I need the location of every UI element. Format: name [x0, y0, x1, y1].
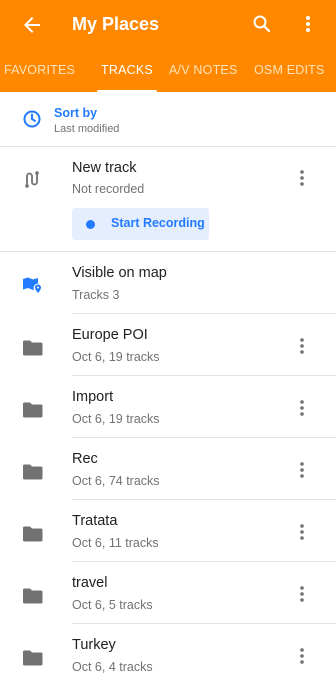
- page-title: My Places: [72, 14, 160, 34]
- visible-on-map-subtitle: Tracks 3: [72, 288, 120, 302]
- folder-icon: [23, 650, 43, 666]
- visible-on-map-title: Visible on map: [72, 265, 167, 281]
- folder-name: Tratata: [72, 513, 118, 529]
- folder-icon: [23, 526, 43, 542]
- folder-item[interactable]: Turkey Oct 6, 4 tracks: [0, 624, 336, 686]
- record-dot-icon: [86, 220, 95, 229]
- route-icon: [25, 171, 39, 188]
- more-vert-icon[interactable]: [294, 583, 310, 605]
- search-icon[interactable]: [250, 12, 274, 36]
- tab-osm-edits[interactable]: OSM EDITS: [254, 56, 325, 92]
- tab-tracks[interactable]: TRACKS: [101, 56, 153, 92]
- more-vert-icon[interactable]: [294, 459, 310, 481]
- sort-by-label: Sort by: [54, 106, 98, 120]
- folder-item[interactable]: Rec Oct 6, 74 tracks: [0, 438, 336, 500]
- folder-item[interactable]: Import Oct 6, 19 tracks: [0, 376, 336, 438]
- folder-meta: Oct 6, 4 tracks: [72, 660, 153, 674]
- folder-meta: Oct 6, 74 tracks: [72, 474, 160, 488]
- more-vert-icon[interactable]: [294, 521, 310, 543]
- folder-name: Rec: [72, 451, 98, 467]
- folder-icon: [23, 340, 43, 356]
- arrow-left-icon[interactable]: [20, 13, 44, 37]
- visible-on-map-item[interactable]: Visible on map Tracks 3: [0, 252, 336, 314]
- folder-meta: Oct 6, 19 tracks: [72, 350, 160, 364]
- new-track-item[interactable]: New track Not recorded Start Recording: [0, 147, 336, 252]
- more-vert-icon[interactable]: [294, 397, 310, 419]
- folder-name: Import: [72, 389, 114, 405]
- new-track-title: New track: [72, 160, 137, 176]
- folder-name: travel: [72, 575, 108, 591]
- tab-av-notes[interactable]: A/V NOTES: [169, 56, 237, 92]
- folder-icon: [23, 464, 43, 480]
- folder-meta: Oct 6, 19 tracks: [72, 412, 160, 426]
- folder-icon: [23, 588, 43, 604]
- folder-name: Turkey: [72, 637, 116, 653]
- folder-item[interactable]: Europe POI Oct 6, 19 tracks: [0, 314, 336, 376]
- folder-meta: Oct 6, 11 tracks: [72, 536, 159, 550]
- more-vert-icon[interactable]: [294, 167, 310, 189]
- sort-by-row[interactable]: Sort by Last modified: [0, 92, 336, 147]
- tab-favorites[interactable]: FAVORITES: [4, 56, 75, 92]
- new-track-status: Not recorded: [72, 182, 145, 196]
- start-recording-button[interactable]: Start Recording: [72, 208, 209, 240]
- clock-icon: [23, 110, 41, 128]
- more-vert-icon[interactable]: [294, 645, 310, 667]
- folder-meta: Oct 6, 5 tracks: [72, 598, 153, 612]
- app-bar: My Places FAVORITES TRACKS A/V NOTES OSM…: [0, 0, 336, 92]
- tab-bar: FAVORITES TRACKS A/V NOTES OSM EDITS: [0, 56, 336, 92]
- map-icon: [23, 277, 43, 293]
- folder-icon: [23, 402, 43, 418]
- folder-item[interactable]: travel Oct 6, 5 tracks: [0, 562, 336, 624]
- folder-item[interactable]: Tratata Oct 6, 11 tracks: [0, 500, 336, 562]
- folder-name: Europe POI: [72, 327, 148, 343]
- more-vert-icon[interactable]: [294, 335, 310, 357]
- sort-by-value: Last modified: [54, 123, 120, 135]
- start-recording-label: Start Recording: [111, 216, 205, 230]
- more-vert-icon[interactable]: [296, 12, 320, 36]
